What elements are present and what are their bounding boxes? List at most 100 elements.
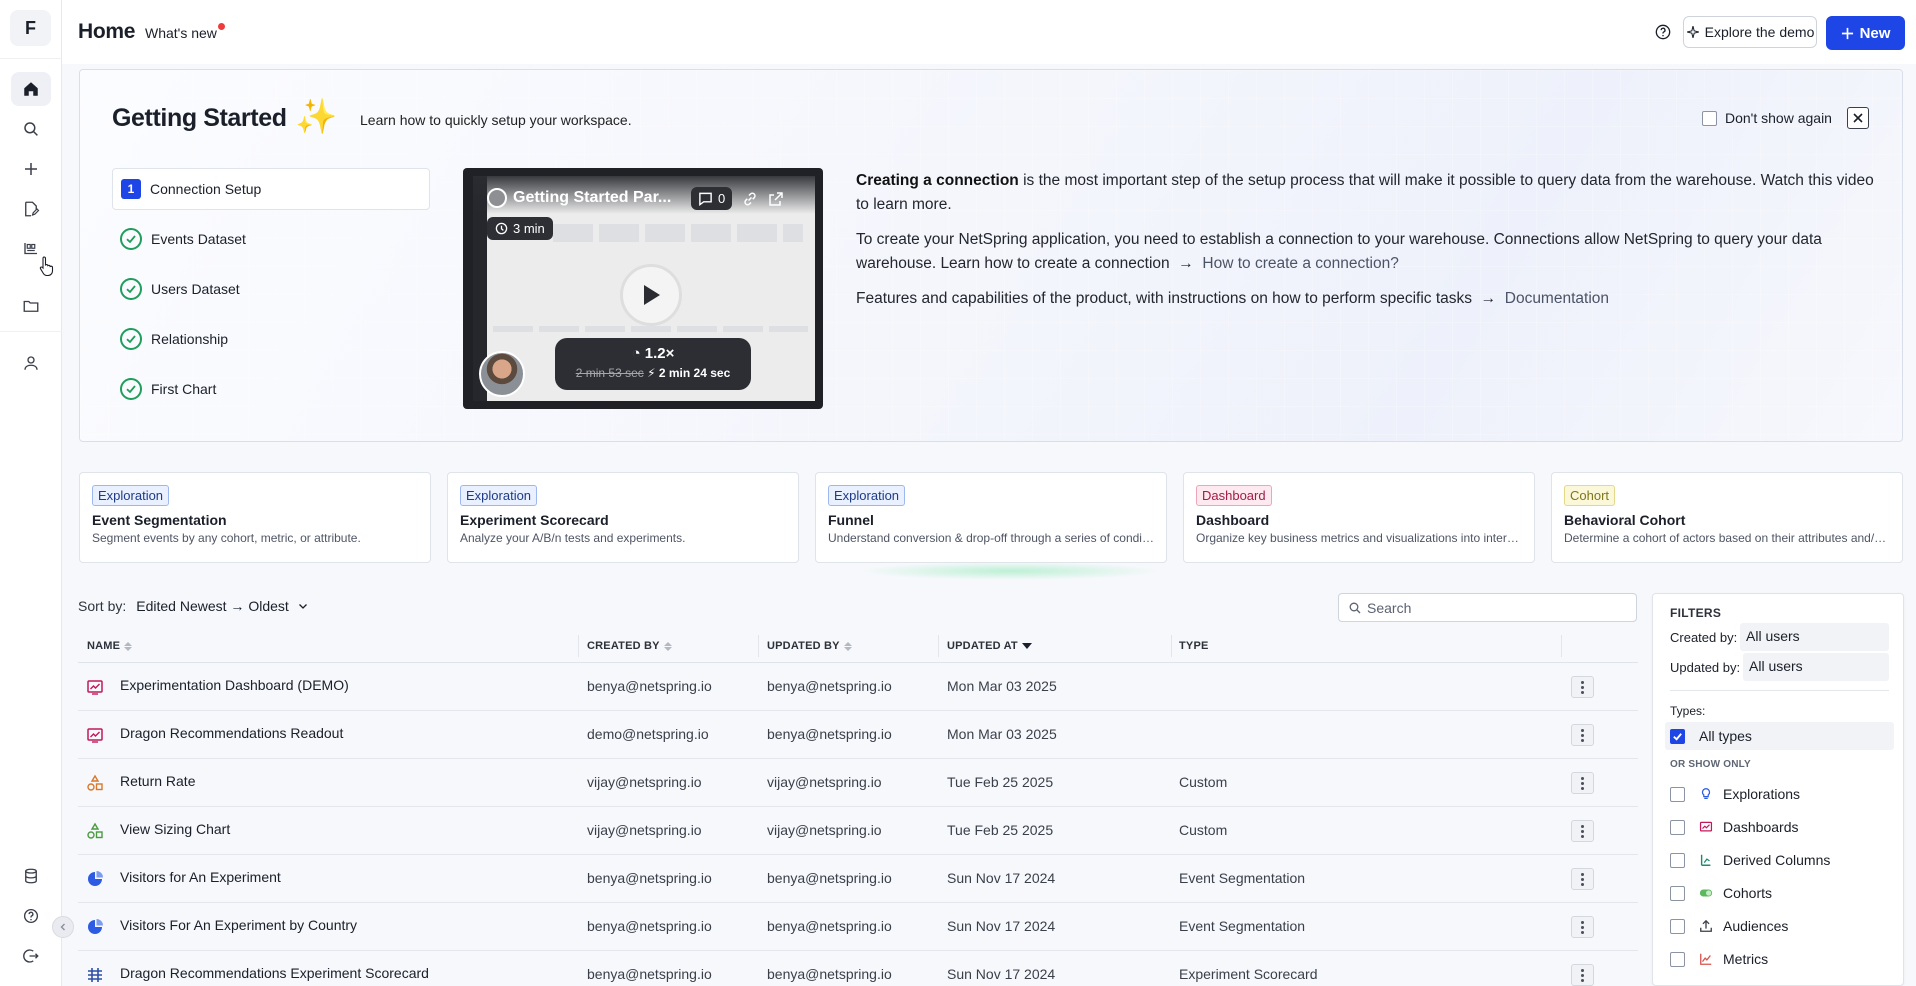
sidebar-collapse-toggle[interactable] [52, 916, 74, 938]
playback-speed[interactable]: ◔ 1.2× 2 min 53 sec ⚡ 2 min 24 sec [555, 338, 751, 390]
all-types-option[interactable]: All types [1665, 722, 1894, 750]
template-card-dashboard[interactable]: Dashboard Dashboard Organize key busines… [1183, 472, 1535, 563]
external-link-icon[interactable] [768, 191, 784, 207]
step-connection-setup[interactable]: 1 Connection Setup [112, 168, 430, 210]
created-by-select[interactable]: All users [1740, 623, 1889, 651]
search-input[interactable]: Search [1338, 593, 1637, 622]
link-icon[interactable] [742, 191, 758, 207]
filter-checkbox[interactable] [1670, 918, 1685, 934]
nav-users-button[interactable] [11, 346, 51, 380]
workspace-logo[interactable]: F [10, 10, 51, 46]
row-updated-by: benya@netspring.io [767, 966, 892, 982]
close-getting-started-button[interactable] [1847, 107, 1869, 129]
table-row[interactable]: Dragon Recommendations Readout demo@nets… [78, 711, 1638, 759]
how-to-connect-link[interactable]: How to create a connection? [1202, 255, 1398, 272]
nav-logout-button[interactable] [11, 939, 51, 973]
row-updated-by: benya@netspring.io [767, 726, 892, 742]
step-events-dataset[interactable]: Events Dataset [112, 218, 430, 260]
sort-dropdown[interactable]: Edited Newest → Oldest [136, 598, 307, 614]
whats-new-link[interactable]: What's new [145, 23, 225, 41]
row-menu-button[interactable] [1571, 868, 1594, 890]
help-icon[interactable] [1653, 22, 1673, 42]
setup-steps: 1 Connection Setup Events Dataset Users … [112, 168, 430, 418]
nav-data-button[interactable] [11, 859, 51, 893]
filter-checkbox[interactable] [1670, 852, 1685, 868]
row-name[interactable]: Dragon Recommendations Experiment Scorec… [120, 965, 429, 981]
row-updated-at: Sun Nov 17 2024 [947, 966, 1056, 982]
filter-explorations[interactable]: Explorations [1670, 786, 1800, 802]
filter-dashboards[interactable]: Dashboards [1670, 819, 1799, 835]
explore-demo-button[interactable]: Explore the demo [1683, 16, 1817, 48]
check-circle-icon [120, 328, 142, 350]
filter-checkbox[interactable] [1670, 885, 1685, 901]
filter-label: Audiences [1723, 918, 1789, 934]
new-button[interactable]: New [1826, 16, 1905, 50]
row-updated-by: vijay@netspring.io [767, 822, 882, 838]
table-row[interactable]: Experimentation Dashboard (DEMO) benya@n… [78, 663, 1638, 711]
row-name[interactable]: Experimentation Dashboard (DEMO) [120, 677, 349, 693]
row-name[interactable]: Dragon Recommendations Readout [120, 725, 343, 741]
row-name[interactable]: Return Rate [120, 773, 195, 789]
table-row[interactable]: Dragon Recommendations Experiment Scorec… [78, 951, 1638, 986]
row-menu-button[interactable] [1571, 820, 1594, 842]
step-relationship[interactable]: Relationship [112, 318, 430, 360]
getting-started-text: Creating a connection is the most import… [856, 169, 1886, 322]
play-button[interactable] [620, 264, 682, 326]
filter-metrics[interactable]: Metrics [1670, 951, 1768, 967]
dont-show-again[interactable]: Don't show again [1702, 110, 1832, 126]
comments-button[interactable]: 0 [691, 187, 733, 210]
column-type[interactable]: TYPE [1179, 640, 1209, 652]
column-updated-at[interactable]: UPDATED AT [947, 640, 1032, 652]
row-name[interactable]: View Sizing Chart [120, 821, 230, 837]
step-first-chart[interactable]: First Chart [112, 368, 430, 410]
step-users-dataset[interactable]: Users Dataset [112, 268, 430, 310]
template-card-experiment-scorecard[interactable]: Exploration Experiment Scorecard Analyze… [447, 472, 799, 563]
row-name[interactable]: Visitors For An Experiment by Country [120, 917, 357, 933]
speed-label: 1.2× [644, 345, 675, 362]
step-label: Events Dataset [151, 231, 246, 247]
template-card-funnel[interactable]: Exploration Funnel Understand conversion… [815, 472, 1167, 563]
documentation-link[interactable]: Documentation [1505, 290, 1609, 307]
template-card-event-segmentation[interactable]: Exploration Event Segmentation Segment e… [79, 472, 431, 563]
dont-show-checkbox[interactable] [1702, 110, 1717, 126]
template-card-behavioral-cohort[interactable]: Cohort Behavioral Cohort Determine a coh… [1551, 472, 1903, 563]
nav-create-button[interactable] [11, 152, 51, 186]
nav-search-button[interactable] [11, 112, 51, 146]
table-row[interactable]: Visitors for An Experiment benya@netspri… [78, 855, 1638, 903]
row-updated-at: Mon Mar 03 2025 [947, 726, 1057, 742]
table-row[interactable]: View Sizing Chart vijay@netspring.io vij… [78, 807, 1638, 855]
docs-text: Features and capabilities of the product… [856, 290, 1472, 307]
row-menu-button[interactable] [1571, 772, 1594, 794]
nav-help-button[interactable] [11, 899, 51, 933]
column-created-by[interactable]: CREATED BY [587, 640, 672, 652]
all-types-checkbox[interactable] [1670, 728, 1685, 744]
row-type: Custom [1179, 774, 1228, 790]
filter-checkbox[interactable] [1670, 951, 1685, 967]
row-updated-at: Tue Feb 25 2025 [947, 774, 1054, 790]
filter-audiences[interactable]: Audiences [1670, 918, 1788, 934]
row-menu-button[interactable] [1571, 916, 1594, 938]
column-divider [938, 635, 939, 657]
nav-folder-button[interactable] [11, 289, 51, 323]
filter-checkbox[interactable] [1670, 786, 1685, 802]
table-row[interactable]: Return Rate vijay@netspring.io vijay@net… [78, 759, 1638, 807]
table-header: NAME CREATED BY UPDATED BY UPDATED AT TY… [78, 628, 1638, 663]
updated-by-select[interactable]: All users [1743, 653, 1889, 681]
row-menu-button[interactable] [1571, 724, 1594, 746]
tutorial-video[interactable]: Getting Started Par... 0 3 min ◔ 1.2× 2 … [463, 168, 823, 409]
column-updated-by[interactable]: UPDATED BY [767, 640, 852, 652]
filter-derived-columns[interactable]: Derived Columns [1670, 852, 1830, 868]
table-row[interactable]: Visitors For An Experiment by Country be… [78, 903, 1638, 951]
filter-checkbox[interactable] [1670, 819, 1685, 835]
docs-paragraph: Features and capabilities of the product… [856, 287, 1886, 311]
new-time: 2 min 24 sec [658, 366, 731, 380]
row-name[interactable]: Visitors for An Experiment [120, 869, 281, 885]
column-name[interactable]: NAME [87, 640, 133, 652]
sparkles-icon: ✨ [295, 98, 338, 136]
row-menu-button[interactable] [1571, 964, 1594, 986]
filter-cohorts[interactable]: Cohorts [1670, 885, 1772, 901]
row-menu-button[interactable] [1571, 676, 1594, 698]
nav-home-button[interactable] [11, 72, 51, 106]
or-show-only-label: OR SHOW ONLY [1670, 759, 1751, 770]
nav-edit-button[interactable] [11, 192, 51, 226]
